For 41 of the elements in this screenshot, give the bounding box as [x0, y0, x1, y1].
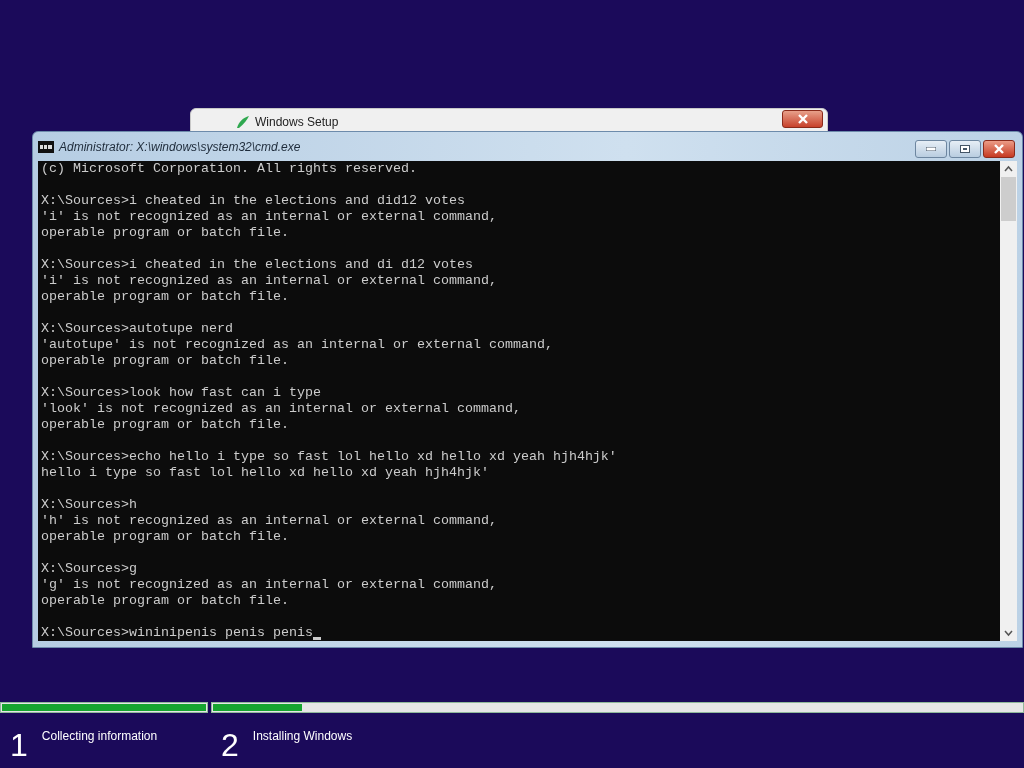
console-icon	[38, 140, 54, 153]
window-title: Administrator: X:\windows\system32\cmd.exe	[59, 138, 301, 156]
console-command: X:\Sources>look how fast can i type	[41, 385, 322, 401]
maximize-button[interactable]	[949, 139, 981, 158]
console-command: X:\Sources>g	[41, 561, 138, 577]
step-number: 2	[221, 729, 239, 761]
console-line: operable program or batch file.	[41, 593, 290, 609]
console-line: 'i' is not recognized as an internal or external command,	[41, 209, 498, 225]
console-line: operable program or batch file.	[41, 417, 290, 433]
console-line: operable program or batch file.	[41, 353, 290, 369]
scrollbar-thumb[interactable]	[1001, 177, 1016, 221]
close-icon	[993, 143, 1005, 154]
console-line: 'look' is not recognized as an internal or external command,	[41, 401, 522, 417]
console-command: X:\Sources>i cheated in the elections and did12 votes	[41, 193, 466, 209]
console-line: 'autotupe' is not recognized as an internal or external command,	[41, 337, 554, 353]
text-cursor	[312, 637, 321, 640]
console-line: 'g' is not recognized as an internal or external command,	[41, 577, 498, 593]
console-command: X:\Sources>h	[41, 497, 138, 513]
setup-icon	[235, 115, 251, 129]
close-button[interactable]	[983, 139, 1015, 158]
console-command: X:\Sources>echo hello i type so fast lol hello xd hello xd yeah hjh4hjk'	[41, 449, 618, 465]
close-button[interactable]	[782, 110, 823, 128]
minimize-icon	[926, 146, 936, 151]
window-title: Windows Setup	[255, 114, 339, 131]
console-line: hello i type so fast lol hello xd hello xd yeah hjh4hjk'	[41, 465, 490, 481]
minimize-button[interactable]	[915, 139, 947, 158]
console-line: operable program or batch file.	[41, 289, 290, 305]
step-label: Collecting information	[41, 728, 158, 745]
close-icon	[796, 114, 809, 124]
console-command: X:\Sources>wininipenis penis penis	[41, 625, 313, 641]
console-command: X:\Sources>i cheated in the elections and di d12 votes	[41, 257, 474, 273]
console-command: X:\Sources>autotupe nerd	[41, 321, 234, 337]
console-line: 'i' is not recognized as an internal or external command,	[41, 273, 498, 289]
console-line: 'h' is not recognized as an internal or external command,	[41, 513, 498, 529]
console-line: operable program or batch file.	[41, 225, 290, 241]
step-number: 1	[10, 729, 28, 761]
scrollbar[interactable]	[1000, 161, 1017, 641]
step-label: Installing Windows	[252, 728, 353, 745]
console-line: operable program or batch file.	[41, 529, 290, 545]
console-line: (c) Microsoft Corporation. All rights reserved.	[41, 161, 418, 177]
maximize-icon	[960, 144, 970, 153]
